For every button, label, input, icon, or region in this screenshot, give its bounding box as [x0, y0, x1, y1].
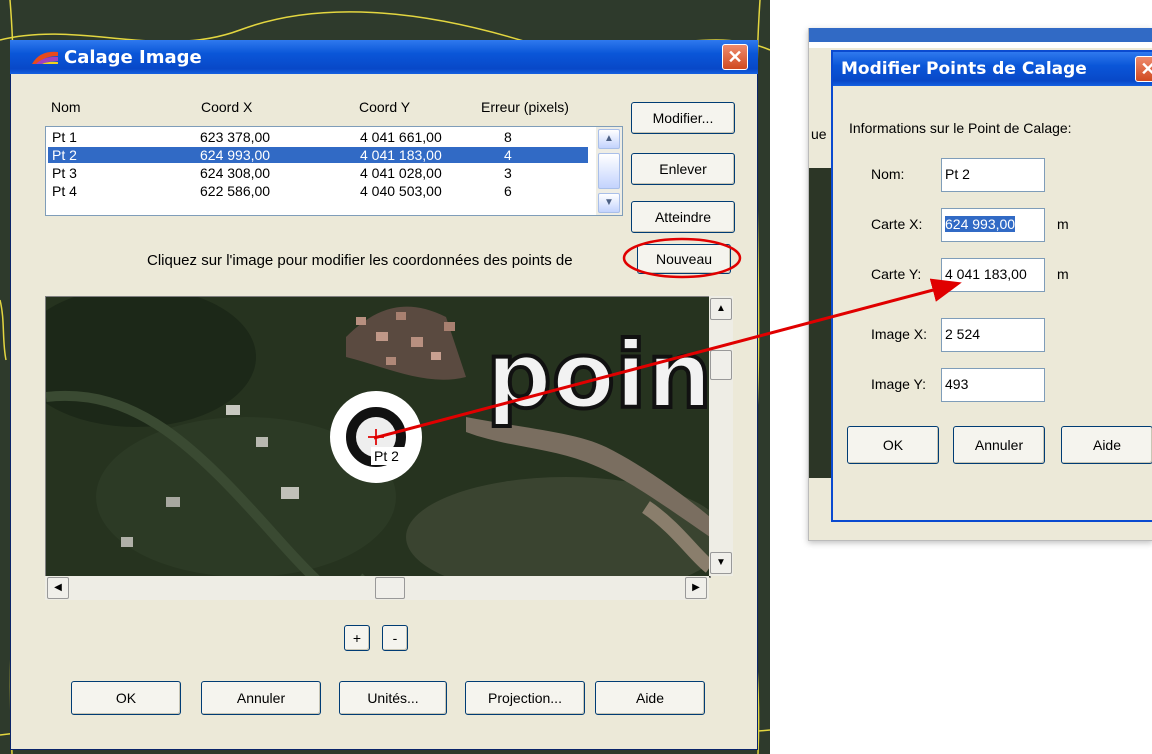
annotation-overlay	[373, 237, 962, 440]
annotation-arrow	[373, 278, 962, 440]
highlight-circle	[622, 237, 742, 279]
